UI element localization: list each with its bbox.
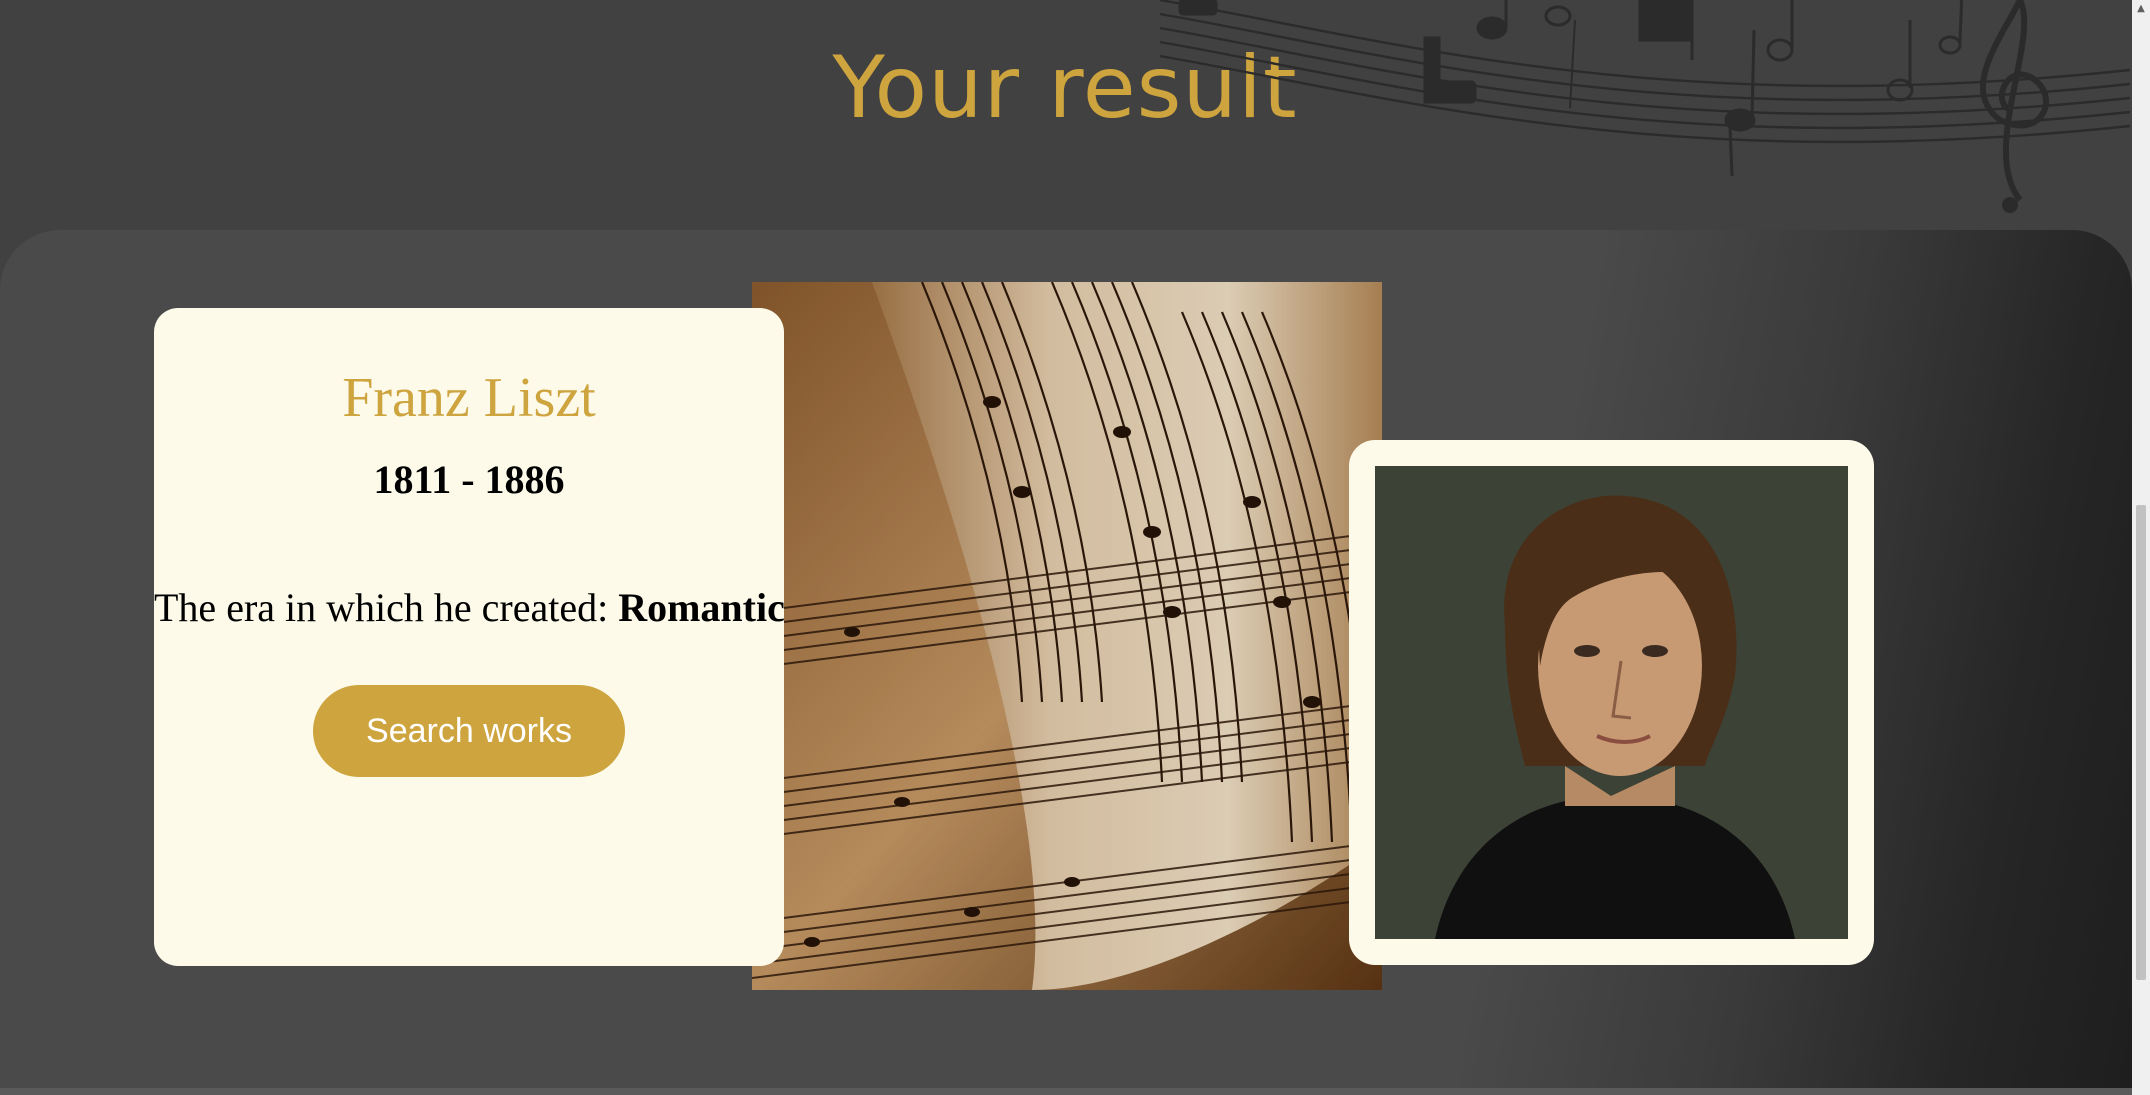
composer-name: Franz Liszt [342, 367, 596, 429]
era-label: The era in which he created: [154, 585, 609, 630]
scroll-up-arrow-icon[interactable]: ▲ [2132, 0, 2150, 18]
era-value: Romantic [618, 585, 785, 630]
header: Your result [0, 0, 2130, 230]
sheet-music-image [752, 282, 1382, 990]
composer-years: 1811 - 1886 [373, 457, 565, 502]
result-page: Your result Franz Liszt 1811 - 1886 The … [0, 0, 2150, 1095]
bottom-edge [0, 1088, 2132, 1095]
composer-era: The era in which he created: Romantic [154, 584, 785, 631]
scrollbar-thumb[interactable] [2136, 505, 2146, 980]
composer-info-card: Franz Liszt 1811 - 1886 The era in which… [154, 308, 785, 966]
vertical-scrollbar[interactable]: ▲ [2132, 0, 2150, 1095]
portrait-card [1349, 440, 1874, 965]
composer-portrait [1375, 466, 1848, 939]
music-staff-icon [1159, 0, 2130, 213]
search-works-button[interactable]: Search works [313, 685, 625, 777]
